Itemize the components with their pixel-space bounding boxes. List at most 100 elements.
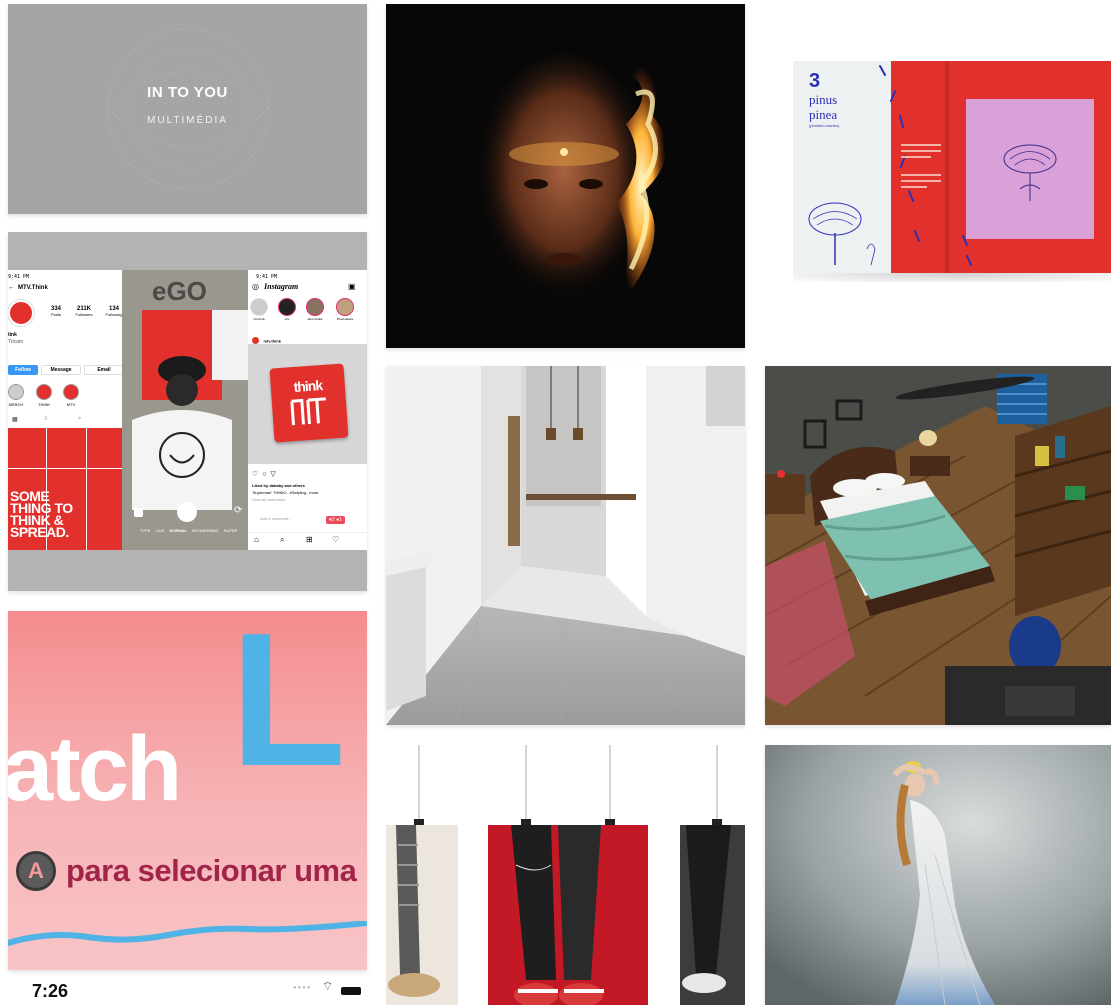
tile-title: IN TO YOU: [147, 84, 228, 101]
home-icon[interactable]: ⌂: [254, 535, 259, 544]
instagram-profile-screen: 9:41 PM ← MTV.Think 334 Posts 211K Follo…: [8, 270, 126, 550]
signal-dots-icon: ●●●●: [293, 985, 312, 991]
camera-flip-icon[interactable]: ⟳: [234, 505, 242, 516]
mode-super[interactable]: SUPER: [224, 528, 238, 533]
notification-bubble[interactable]: ♥2 ●1: [326, 516, 345, 524]
ornament-circle-graphic: [107, 28, 269, 190]
highlight-label: MERCH: [8, 402, 24, 407]
wave-line-graphic: [8, 921, 367, 946]
highlight-think[interactable]: THINK: [36, 384, 52, 407]
story-avatar[interactable]: mtv: [278, 298, 296, 321]
mode-boomerang[interactable]: BOOMERANG: [192, 528, 218, 533]
book-text-lines: [901, 144, 941, 188]
profile-bio: Tricam: [8, 339, 24, 345]
catch-big-text: atch: [8, 718, 182, 820]
story-label: mtv: [284, 317, 290, 321]
pinecone-illustration: [1003, 144, 1057, 201]
highlight-merch[interactable]: MERCH: [8, 384, 24, 407]
tile-catch-l[interactable]: atch L A para selecionar uma: [8, 611, 367, 970]
story-label: Pixelmakare: [336, 317, 354, 321]
tree-illustration: [808, 202, 876, 266]
highlight-label: MTV: [66, 402, 76, 407]
grid-slogan: SOME THING TO THINK & SPREAD.: [10, 489, 73, 540]
posters-image: [386, 745, 745, 1005]
story-avatar[interactable]: Pixelmakare: [334, 298, 356, 321]
highlight-mtv[interactable]: MTV: [63, 384, 79, 407]
tile-bedroom-3d[interactable]: [765, 366, 1111, 725]
location-icon[interactable]: ⌖: [78, 416, 81, 423]
follow-button[interactable]: Follow: [8, 365, 38, 375]
list-icon[interactable]: ≡: [44, 416, 48, 422]
a-button-icon[interactable]: A: [16, 851, 56, 891]
story-avatar[interactable]: mtv.think: [250, 298, 268, 321]
profile-username: MTV.Think: [18, 285, 48, 291]
profile-avatar[interactable]: [8, 300, 34, 326]
direct-icon[interactable]: ▣: [348, 282, 356, 291]
bottom-nav: ⌂ ⌕ ⊞ ♡: [248, 532, 367, 551]
profile-grid-red: SOME THING TO THINK & SPREAD.: [8, 428, 126, 550]
message-button[interactable]: Message: [41, 365, 81, 375]
hallway-render-image: [386, 366, 745, 725]
profile-stat-followers: 211K Followers: [72, 306, 96, 317]
post-caption: 'Superman' THINK!.. #Safyling.. more: [252, 490, 319, 495]
camera-icon[interactable]: ◎: [252, 282, 259, 291]
profile-name: tink: [8, 332, 17, 338]
instruction-text: para selecionar uma: [66, 853, 357, 888]
profile-back-icon[interactable]: ←: [8, 284, 15, 291]
tile-hallway-render[interactable]: [386, 366, 745, 725]
story-avatar[interactable]: alexmusikk: [306, 298, 324, 321]
highlight-label: THINK: [38, 402, 50, 407]
stat-label: Posts: [50, 312, 61, 317]
book-title-line1: pinus: [809, 92, 838, 107]
tile-into-you[interactable]: IN TO YOU MULTIMÉDIA: [8, 4, 367, 214]
catch-big-letter: L: [230, 611, 347, 806]
dancer-photo-image: [765, 745, 1111, 1005]
search-icon[interactable]: ⌕: [280, 535, 284, 545]
shutter-button[interactable]: [177, 502, 197, 522]
phone-status-bar: 7:26 ●●●● ⌔: [8, 975, 367, 1005]
stat-label: Followers: [75, 312, 93, 317]
battery-icon: [341, 987, 361, 995]
book-number: 3: [809, 70, 821, 92]
bedroom-3d-image: [765, 366, 1111, 725]
story-label: alexmusikk: [307, 317, 323, 321]
instagram-wordmark: Instagram: [264, 282, 299, 291]
mode-type[interactable]: TYPE: [140, 528, 150, 533]
activity-icon[interactable]: ♡: [332, 535, 339, 544]
story-label: mtv.think: [253, 317, 265, 321]
fire-portrait-image: [474, 54, 667, 314]
feed-status-time: 9:41 PM: [256, 274, 278, 280]
tile-mtv-think[interactable]: 9:41 PM ← MTV.Think 334 Posts 211K Follo…: [8, 232, 367, 591]
tile-fire-portrait[interactable]: [386, 4, 745, 348]
condom-package: think: [269, 363, 349, 443]
profile-stat-posts: 334 Posts: [46, 306, 66, 317]
svg-text:eGO: eGO: [152, 276, 207, 306]
add-comment-field[interactable]: Add a comment...: [260, 516, 291, 521]
post-image[interactable]: think: [248, 344, 367, 464]
view-comments-link[interactable]: View all comments: [252, 497, 285, 502]
share-icon[interactable]: ▽: [270, 471, 275, 478]
grid-icon[interactable]: ▦: [12, 416, 18, 423]
comment-icon[interactable]: ○: [262, 471, 266, 478]
email-button[interactable]: Email: [84, 365, 124, 375]
gallery-thumb-icon[interactable]: [134, 508, 143, 517]
slogan-line: SPREAD.: [10, 524, 69, 540]
camera-mode-bar: TYPE LIVE NORMAL BOOMERANG SUPER: [140, 528, 256, 533]
camera-screen: eGO ⟳ TYPE LIVE NORMAL BOOMERANG SUPER: [122, 270, 256, 550]
add-post-icon[interactable]: ⊞: [306, 535, 313, 544]
instagram-feed-screen: 9:41 PM ◎ Instagram ▣ mtv.think mtv alex…: [248, 270, 367, 550]
mode-live[interactable]: LIVE: [156, 528, 165, 533]
tile-posters[interactable]: [386, 745, 745, 1005]
post-username[interactable]: mtv.think: [263, 338, 280, 343]
mtv-logo-icon: [290, 397, 326, 426]
mode-normal[interactable]: NORMAL: [169, 528, 187, 533]
wifi-icon: ⌔: [322, 979, 334, 993]
post-likes: Liked by dababy and others: [252, 483, 305, 488]
profile-status-time: 9:41 PM: [8, 274, 30, 280]
a-button-letter: A: [28, 858, 44, 883]
tile-dancer-photo[interactable]: [765, 745, 1111, 1005]
like-icon[interactable]: ♡: [252, 471, 258, 478]
status-time: 7:26: [32, 981, 69, 1001]
tile-subtitle: MULTIMÉDIA: [147, 115, 228, 126]
tile-pinus-pinea-book[interactable]: 3 pinus pinea (pinheiro-manso): [765, 4, 1111, 348]
